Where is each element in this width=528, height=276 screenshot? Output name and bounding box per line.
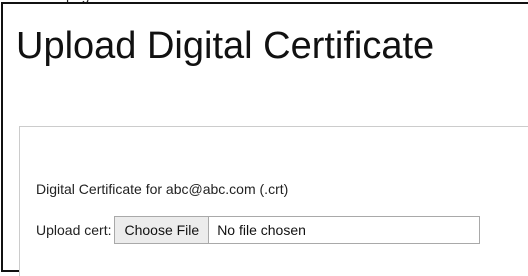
upload-cert-label: Upload cert: — [36, 222, 112, 238]
file-status-text: No file chosen — [217, 222, 306, 238]
page-title: Upload Digital Certificate — [16, 25, 435, 67]
choose-file-button[interactable]: Choose File — [115, 217, 210, 243]
certificate-label: Digital Certificate for abc@abc.com (.cr… — [36, 181, 289, 197]
upload-panel — [19, 126, 528, 276]
upload-row: Upload cert: Choose File No file chosen — [36, 216, 481, 244]
file-input[interactable]: Choose File No file chosen — [114, 216, 481, 244]
